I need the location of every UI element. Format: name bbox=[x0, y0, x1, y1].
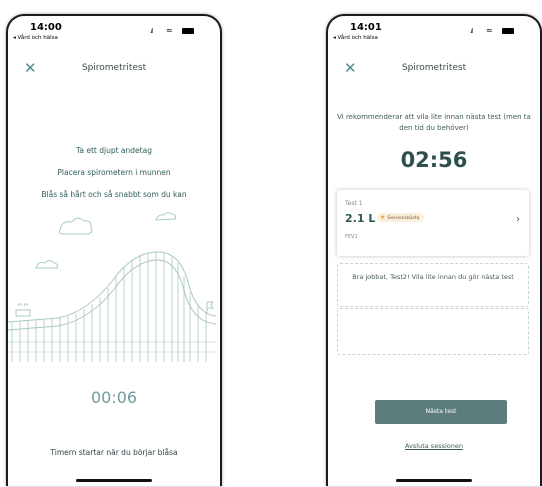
rest-recommendation: Vi rekommenderar att vila lite innan näs… bbox=[337, 113, 531, 132]
wifi-icon: ≈ bbox=[486, 26, 493, 35]
next-test-button[interactable]: Nästa test bbox=[375, 400, 507, 424]
badge-label: Sessionsbästa bbox=[387, 216, 420, 221]
instruction-line-3: Blås så hårt och så snabbt som du kan bbox=[41, 190, 187, 199]
test-value: 2.1 L bbox=[345, 212, 376, 225]
nav-bar: ✕ Spirometritest bbox=[8, 58, 220, 82]
rest-countdown: 02:56 bbox=[400, 148, 468, 172]
cloud-icon bbox=[35, 260, 59, 269]
star-icon: ★ bbox=[380, 214, 386, 221]
home-indicator bbox=[76, 479, 152, 482]
status-time: 14:00 bbox=[30, 22, 62, 33]
nav-bar: ✕ Spirometritest bbox=[328, 58, 540, 82]
instruction-line-2: Placera spirometern i munnen bbox=[57, 168, 171, 177]
page-title: Spirometritest bbox=[81, 63, 147, 73]
page-title: Spirometritest bbox=[401, 63, 467, 73]
instruction-line-1: Ta ett djupt andetag bbox=[76, 146, 152, 155]
cloud-icon bbox=[59, 217, 93, 235]
test-metric: FEV1 bbox=[345, 234, 358, 240]
test-label: Test 1 bbox=[345, 200, 363, 207]
battery-icon bbox=[182, 28, 194, 34]
status-bar: 14:01 ◂ Vård och hälsa .ıl ≈ bbox=[328, 16, 540, 46]
wifi-icon: ≈ bbox=[166, 26, 173, 35]
battery-icon bbox=[502, 28, 514, 34]
back-to-app-link[interactable]: ◂ Vård och hälsa bbox=[333, 35, 378, 41]
status-bar: 14:00 ◂ Vård och hälsa .ıl ≈ bbox=[8, 16, 220, 46]
timer-hint: Timern startar när du börjar blåsa bbox=[50, 448, 178, 457]
measurement-timer: 00:06 bbox=[90, 388, 138, 407]
empty-test-slot bbox=[337, 308, 529, 355]
feedback-slot: Bra jobbat, Test2! Vila lite innan du gö… bbox=[337, 263, 529, 307]
cloud-icon bbox=[155, 212, 177, 221]
rollercoaster-illustration bbox=[8, 212, 216, 362]
home-indicator bbox=[396, 479, 472, 482]
back-to-app-link[interactable]: ◂ Vård och hälsa bbox=[13, 35, 58, 41]
test-result-card[interactable]: Test 1 2.1 L ★ Sessionsbästa FEV1 › bbox=[337, 190, 529, 256]
feedback-message: Bra jobbat, Test2! Vila lite innan du gö… bbox=[352, 273, 514, 281]
signal-icon: .ıl bbox=[150, 28, 153, 35]
end-session-link[interactable]: Avsluta sessionen bbox=[328, 442, 540, 450]
phone-screen-measurement: 14:00 ◂ Vård och hälsa .ıl ≈ ✕ Spirometr… bbox=[6, 14, 222, 486]
phone-screen-rest: 14:01 ◂ Vård och hälsa .ıl ≈ ✕ Spirometr… bbox=[326, 14, 542, 486]
signal-icon: .ıl bbox=[470, 28, 473, 35]
chevron-right-icon[interactable]: › bbox=[516, 214, 520, 225]
status-time: 14:01 bbox=[350, 22, 382, 33]
session-best-badge: ★ Sessionsbästa bbox=[377, 213, 425, 222]
